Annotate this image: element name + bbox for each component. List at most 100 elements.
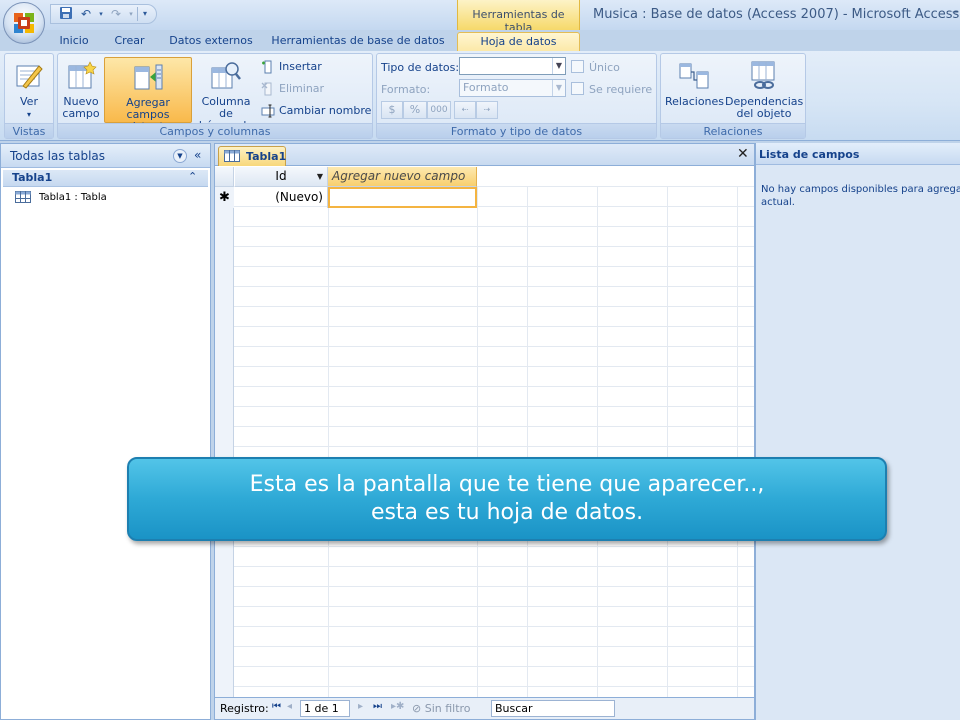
cell-add-field-active[interactable] (328, 187, 477, 208)
columna-busqueda-button[interactable]: Columna de búsqueda (194, 57, 258, 132)
undo-dropdown-icon[interactable]: ▾ (97, 6, 105, 22)
eliminar-button[interactable]: Eliminar (261, 80, 324, 98)
nav-group-tabla1[interactable]: Tabla1 ⌃ (3, 170, 208, 187)
undo-icon[interactable]: ↶ (77, 6, 95, 22)
relaciones-label: Relaciones (665, 95, 725, 108)
add-existing-fields-icon (134, 64, 163, 90)
quick-access-toolbar: ↶ ▾ ↷ ▾ ▾ (50, 4, 157, 24)
record-selector-column (215, 167, 234, 697)
tab-crear[interactable]: Crear (104, 32, 155, 52)
tab-datos-externos[interactable]: Datos externos (160, 32, 262, 52)
first-record-icon[interactable]: ⏮ (272, 701, 281, 712)
relaciones-button[interactable]: Relaciones (665, 57, 725, 123)
insertar-button[interactable]: Insertar (261, 58, 322, 76)
unico-checkbox[interactable] (571, 60, 584, 73)
dependencias-label: Dependencias del objeto (725, 95, 804, 120)
office-button[interactable] (3, 2, 45, 44)
formato-combo[interactable]: Formato ▼ (459, 79, 566, 97)
formato-value: Formato (463, 81, 509, 94)
object-dependencies-icon (751, 61, 775, 89)
window-title-document: Musica : Base de datos (Access 2007) (593, 7, 839, 22)
decrease-decimals-button[interactable]: ⇢ (476, 101, 498, 119)
datasheet-grid[interactable]: Id ▼ Agregar nuevo campo ✱ (Nuevo) (215, 167, 754, 697)
group-vistas: Ver ▾ Vistas (4, 53, 54, 139)
dependencias-objeto-button[interactable]: Dependencias del objeto (725, 57, 803, 123)
cambiar-nombre-button[interactable]: Cambiar nombre (261, 102, 371, 120)
agregar-campos-existentes-button[interactable]: Agregar campos existentes (104, 57, 192, 133)
insert-column-icon (262, 60, 272, 74)
select-all-corner[interactable] (215, 167, 234, 187)
redo-icon[interactable]: ↷ (107, 6, 125, 22)
increase-decimals-button[interactable]: ⇠ (454, 101, 476, 119)
view-icon (16, 65, 43, 89)
percent-format-button[interactable]: % (403, 101, 427, 119)
column-header-id[interactable]: Id ▼ (235, 167, 328, 187)
field-list-title: Lista de campos (759, 148, 860, 161)
current-record-input[interactable]: 1 de 1 (300, 700, 350, 717)
document-tab-bar: Tabla1 ✕ (215, 144, 754, 166)
group-relaciones-label: Relaciones (661, 123, 805, 138)
tab-inicio[interactable]: Inicio (47, 32, 101, 52)
grid-line (527, 187, 528, 697)
column-header-label: Id (275, 169, 287, 183)
group-campos-columnas: Nuevo campo Agregar campos existentes Co… (57, 53, 373, 139)
column-header-add-field[interactable]: Agregar nuevo campo (328, 167, 477, 187)
se-requiere-checkbox[interactable] (571, 82, 584, 95)
nav-pane-header[interactable]: Todas las tablas ▼ « (1, 144, 210, 168)
new-field-icon (68, 61, 97, 89)
previous-record-icon[interactable]: ◂ (287, 701, 292, 712)
se-requiere-label: Se requiere (589, 83, 653, 96)
close-icon[interactable]: ✕ (737, 146, 749, 162)
instruction-callout: Esta es la pantalla que te tiene que apa… (127, 457, 887, 541)
nuevo-campo-label: Nuevo campo (62, 95, 100, 120)
field-list-message: No hay campos disponibles para agregar a… (761, 183, 960, 209)
record-navigation-bar: Registro: ⏮ ◂ 1 de 1 ▸ ⏭ ▸✱ ⊘ Sin filtro… (215, 697, 754, 719)
field-list-header: Lista de campos (756, 143, 960, 165)
collapse-nav-icon[interactable]: « (194, 148, 201, 162)
group-vistas-label: Vistas (5, 123, 53, 138)
navigation-pane: Todas las tablas ▼ « Tabla1 ⌃ Tabla1 : T… (0, 143, 211, 720)
table-icon (224, 150, 240, 162)
window-title: Musica : Base de datos (Access 2007) - Mic… (593, 7, 959, 22)
cell-id-new[interactable]: (Nuevo) (235, 187, 328, 208)
tab-hoja-de-datos[interactable]: Hoja de datos (457, 32, 580, 52)
new-record-icon[interactable]: ✱ (215, 187, 234, 208)
delete-column-icon (261, 82, 272, 96)
tab-herramientas-base-datos[interactable]: Herramientas de base de datos (268, 32, 448, 52)
collapse-group-icon[interactable]: ⌃ (188, 170, 197, 183)
document-tab-tabla1[interactable]: Tabla1 (218, 146, 286, 166)
ver-dropdown-icon: ▾ (26, 110, 31, 119)
currency-format-button[interactable]: $ (381, 101, 403, 119)
ribbon-tab-row: Inicio Crear Datos externos Herramientas… (0, 30, 960, 52)
new-record-nav-icon[interactable]: ▸✱ (391, 701, 404, 712)
eliminar-label: Eliminar (279, 82, 325, 95)
ver-button[interactable]: Ver ▾ (7, 57, 51, 123)
nuevo-campo-button[interactable]: Nuevo campo (62, 57, 100, 123)
search-input[interactable]: Buscar (491, 700, 615, 717)
thousands-format-button[interactable]: 000 (427, 101, 451, 119)
tipo-datos-label: Tipo de datos: (381, 61, 460, 74)
filter-indicator[interactable]: ⊘ Sin filtro (412, 702, 471, 715)
grid-line (328, 187, 329, 697)
minimize-button[interactable]: – (952, 4, 959, 20)
ver-label: Ver (20, 95, 38, 108)
save-icon[interactable] (57, 6, 75, 22)
chevron-down-icon: ▼ (552, 58, 565, 74)
datasheet-document: Tabla1 ✕ Id ▼ Agregar nuevo campo ✱ (Nue… (214, 143, 755, 720)
grid-line (597, 187, 598, 697)
last-record-icon[interactable]: ⏭ (373, 701, 382, 712)
tipo-datos-combo[interactable]: ▼ (459, 57, 566, 75)
window-title-app: Microsoft Access (851, 7, 960, 22)
nav-pane-menu-icon[interactable]: ▼ (173, 149, 187, 163)
group-campos-label: Campos y columnas (58, 123, 372, 138)
ribbon: Ver ▾ Vistas Nuevo campo Agregar campos (0, 51, 960, 141)
nav-item-tabla1[interactable]: Tabla1 : Tabla (15, 191, 107, 207)
customize-qat-icon[interactable]: ▾ (140, 6, 150, 22)
redo-dropdown-icon[interactable]: ▾ (127, 6, 135, 22)
contextual-tab-header: Herramientas de tabla (457, 0, 580, 34)
chevron-down-icon[interactable]: ▼ (317, 167, 323, 186)
nav-item-label: Tabla1 : Tabla (39, 192, 107, 203)
increase-decimals-icon: ⇠ (461, 105, 469, 114)
next-record-icon[interactable]: ▸ (358, 701, 363, 712)
window-title-separator: - (842, 7, 848, 22)
